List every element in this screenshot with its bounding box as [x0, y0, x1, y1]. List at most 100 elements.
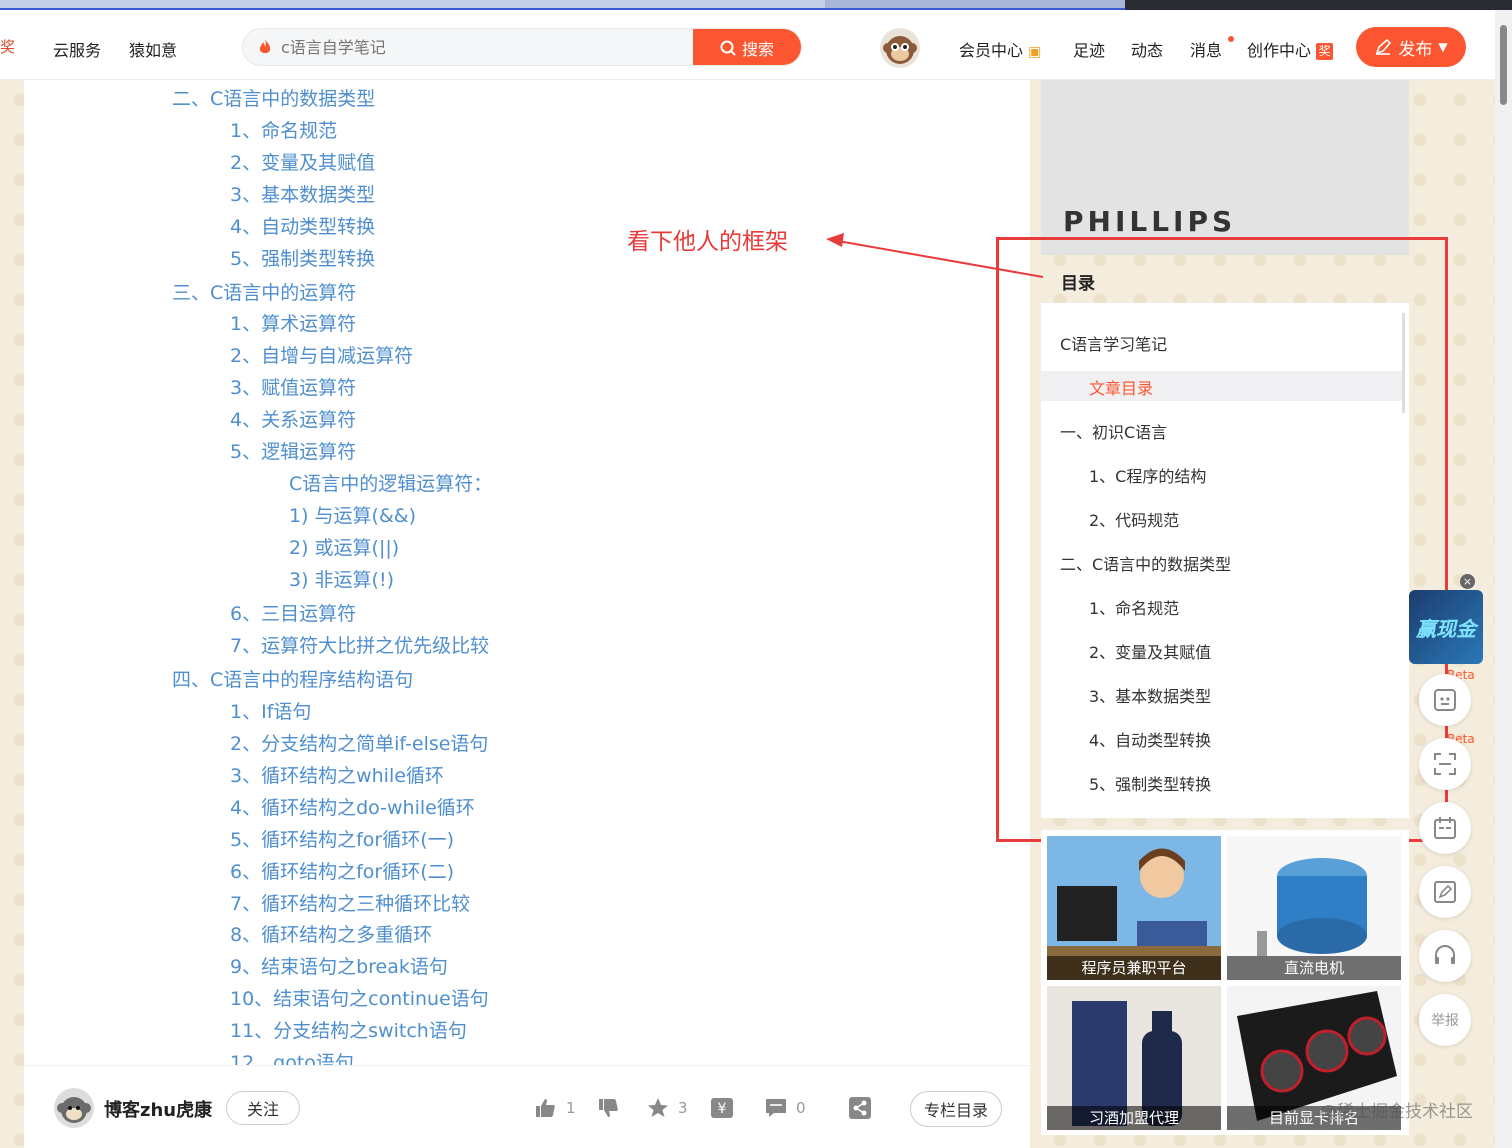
- article-toc-link[interactable]: 6、循环结构之for循环(二): [230, 857, 454, 884]
- nav-dynamic[interactable]: 动态: [1131, 37, 1163, 61]
- nav-prize-label[interactable]: 奖: [0, 36, 15, 57]
- ad-card-programmer[interactable]: 程序员兼职平台: [1047, 836, 1221, 980]
- article-toc-link[interactable]: 2) 或运算(||): [289, 533, 399, 560]
- article-toc-link[interactable]: 7、运算符大比拼之优先级比较: [230, 631, 489, 658]
- article-toc-link[interactable]: 2、自增与自减运算符: [230, 341, 413, 368]
- float-tool-calendar[interactable]: [1419, 802, 1471, 854]
- user-avatar[interactable]: [880, 28, 920, 68]
- ad-caption: 直流电机: [1227, 956, 1401, 980]
- float-tool-scan[interactable]: [1419, 738, 1471, 790]
- address-bar[interactable]: [0, 0, 1125, 10]
- article-toc-link[interactable]: 3) 非运算(!): [289, 565, 394, 592]
- ad-caption: 程序员兼职平台: [1047, 956, 1221, 980]
- article-toc-link[interactable]: 4、自动类型转换: [230, 212, 375, 239]
- article-toc-link[interactable]: 1、算术运算符: [230, 309, 356, 336]
- watermark-text: @稀土掘金技术社区: [1320, 1102, 1473, 1122]
- article-toc-link[interactable]: 5、循环结构之for循环(一): [230, 825, 454, 852]
- column-toc-button[interactable]: 专栏目录: [910, 1091, 1002, 1127]
- nav-footprint[interactable]: 足迹: [1073, 37, 1105, 61]
- star-count: 3: [678, 1099, 688, 1117]
- article-toc-link[interactable]: 7、循环结构之三种循环比较: [230, 889, 470, 916]
- float-tool-support[interactable]: [1419, 930, 1471, 982]
- report-button[interactable]: 举报: [1419, 994, 1471, 1046]
- article-toc-link[interactable]: 3、赋值运算符: [230, 373, 356, 400]
- gift-icon: ▣: [1028, 44, 1042, 60]
- article-toc-link[interactable]: 12、goto语句: [230, 1048, 354, 1065]
- nav-vip-label: 会员中心: [959, 41, 1024, 60]
- article-toc-link[interactable]: 6、三目运算符: [230, 599, 356, 626]
- search-input[interactable]: [281, 29, 691, 65]
- author-avatar[interactable]: [54, 1088, 94, 1128]
- article-toc-link[interactable]: 三、C语言中的运算符: [172, 278, 356, 305]
- like-button[interactable]: 1: [534, 1096, 576, 1120]
- author-name[interactable]: 博客zhu虎康: [104, 1096, 212, 1122]
- pen-icon: [1376, 38, 1392, 55]
- publish-label: 发布: [1398, 39, 1433, 60]
- float-tool-ai[interactable]: [1419, 674, 1471, 726]
- thumbs-up-icon: [536, 1099, 555, 1117]
- article-toc-link[interactable]: 10、结束语句之continue语句: [230, 984, 489, 1011]
- article-toc-link[interactable]: 1) 与运算(&&): [289, 501, 416, 528]
- ad-card-liquor[interactable]: 习酒加盟代理: [1047, 986, 1221, 1130]
- nav-creator-label: 创作中心: [1247, 41, 1312, 60]
- search-icon: [720, 40, 736, 56]
- star-icon: [648, 1098, 668, 1117]
- top-navigation: 奖 云服务 猿如意 搜索 会员中心 ▣ 足迹 动态 消息: [0, 10, 1495, 80]
- calendar-icon: [1434, 817, 1456, 839]
- follow-button[interactable]: 关注: [226, 1091, 300, 1125]
- scan-icon: [1434, 753, 1456, 775]
- thumbs-down-icon: [599, 1099, 618, 1117]
- search-button-label: 搜索: [741, 40, 774, 59]
- article-toc-link[interactable]: 1、命名规范: [230, 116, 337, 143]
- share-button[interactable]: [848, 1096, 872, 1120]
- nav-messages[interactable]: 消息: [1190, 37, 1222, 61]
- article-toc-link[interactable]: 二、C语言中的数据类型: [172, 84, 375, 111]
- comment-icon: [766, 1099, 786, 1117]
- article-toc-link[interactable]: 四、C语言中的程序结构语句: [172, 665, 413, 692]
- article-toc-link[interactable]: 11、分支结构之switch语句: [230, 1016, 467, 1043]
- article-toc-link[interactable]: 1、If语句: [230, 697, 311, 724]
- nav-creator-center[interactable]: 创作中心 奖: [1247, 37, 1334, 61]
- headset-icon: [1435, 945, 1455, 964]
- article-toc-link[interactable]: C语言中的逻辑运算符：: [289, 469, 492, 496]
- hot-fire-icon: [259, 39, 271, 53]
- nav-vip-center[interactable]: 会员中心 ▣: [959, 37, 1041, 61]
- caret-down-icon: ▼: [1438, 40, 1448, 54]
- sidebar-ad-banner[interactable]: PHILLIPS: [1041, 80, 1409, 255]
- page-scrollbar[interactable]: [1495, 10, 1512, 1148]
- svg-text:¥: ¥: [718, 1101, 727, 1117]
- article-toc-link[interactable]: 5、强制类型转换: [230, 244, 375, 271]
- ad-card-dc-motor[interactable]: 直流电机: [1227, 836, 1401, 980]
- yuan-coin-icon: ¥: [711, 1098, 733, 1118]
- dislike-button[interactable]: [597, 1096, 621, 1120]
- article-toc-link[interactable]: 9、结束语句之break语句: [230, 952, 448, 979]
- article-toc-link[interactable]: 3、循环结构之while循环: [230, 761, 444, 788]
- article-toc-link[interactable]: 2、分支结构之简单if-else语句: [230, 729, 488, 756]
- article-bottom-toolbar: 博客zhu虎康 关注 1 3 ¥ 0 专栏目录: [24, 1065, 1030, 1148]
- comment-button[interactable]: 0: [764, 1096, 806, 1120]
- annotation-red-box: [996, 237, 1448, 842]
- nav-link-yuanruyi[interactable]: 猿如意: [129, 37, 177, 61]
- sidebar-ad-grid: 程序员兼职平台 直流电机 习酒加盟代理 目前显卡排名: [1041, 830, 1409, 1135]
- close-icon[interactable]: ×: [1460, 574, 1475, 589]
- article-toc-link[interactable]: 3、基本数据类型: [230, 180, 375, 207]
- share-icon: [849, 1097, 871, 1119]
- search-button[interactable]: 搜索: [693, 29, 801, 65]
- article-toc-link[interactable]: 2、变量及其赋值: [230, 148, 375, 175]
- article-toc-link[interactable]: 5、逻辑运算符: [230, 437, 356, 464]
- publish-button[interactable]: 发布 ▼: [1356, 27, 1466, 67]
- edit-note-icon: [1434, 881, 1456, 903]
- ad-brand-text: PHILLIPS: [1063, 205, 1237, 238]
- message-badge-dot: [1228, 36, 1234, 42]
- article-toc-link[interactable]: 8、循环结构之多重循环: [230, 920, 432, 947]
- float-tool-edit[interactable]: [1419, 866, 1471, 918]
- article-toc-link[interactable]: 4、循环结构之do-while循环: [230, 793, 475, 820]
- article-toc-link[interactable]: 4、关系运算符: [230, 405, 356, 432]
- scrollbar-thumb[interactable]: [1500, 25, 1507, 105]
- win-cash-banner[interactable]: 赢现金: [1409, 590, 1483, 664]
- nav-link-cloud[interactable]: 云服务: [53, 37, 101, 61]
- reward-button[interactable]: ¥: [710, 1096, 734, 1120]
- favorite-button[interactable]: 3: [646, 1096, 688, 1120]
- search-box: 搜索: [242, 28, 802, 66]
- author-monkey-icon: [57, 1097, 91, 1123]
